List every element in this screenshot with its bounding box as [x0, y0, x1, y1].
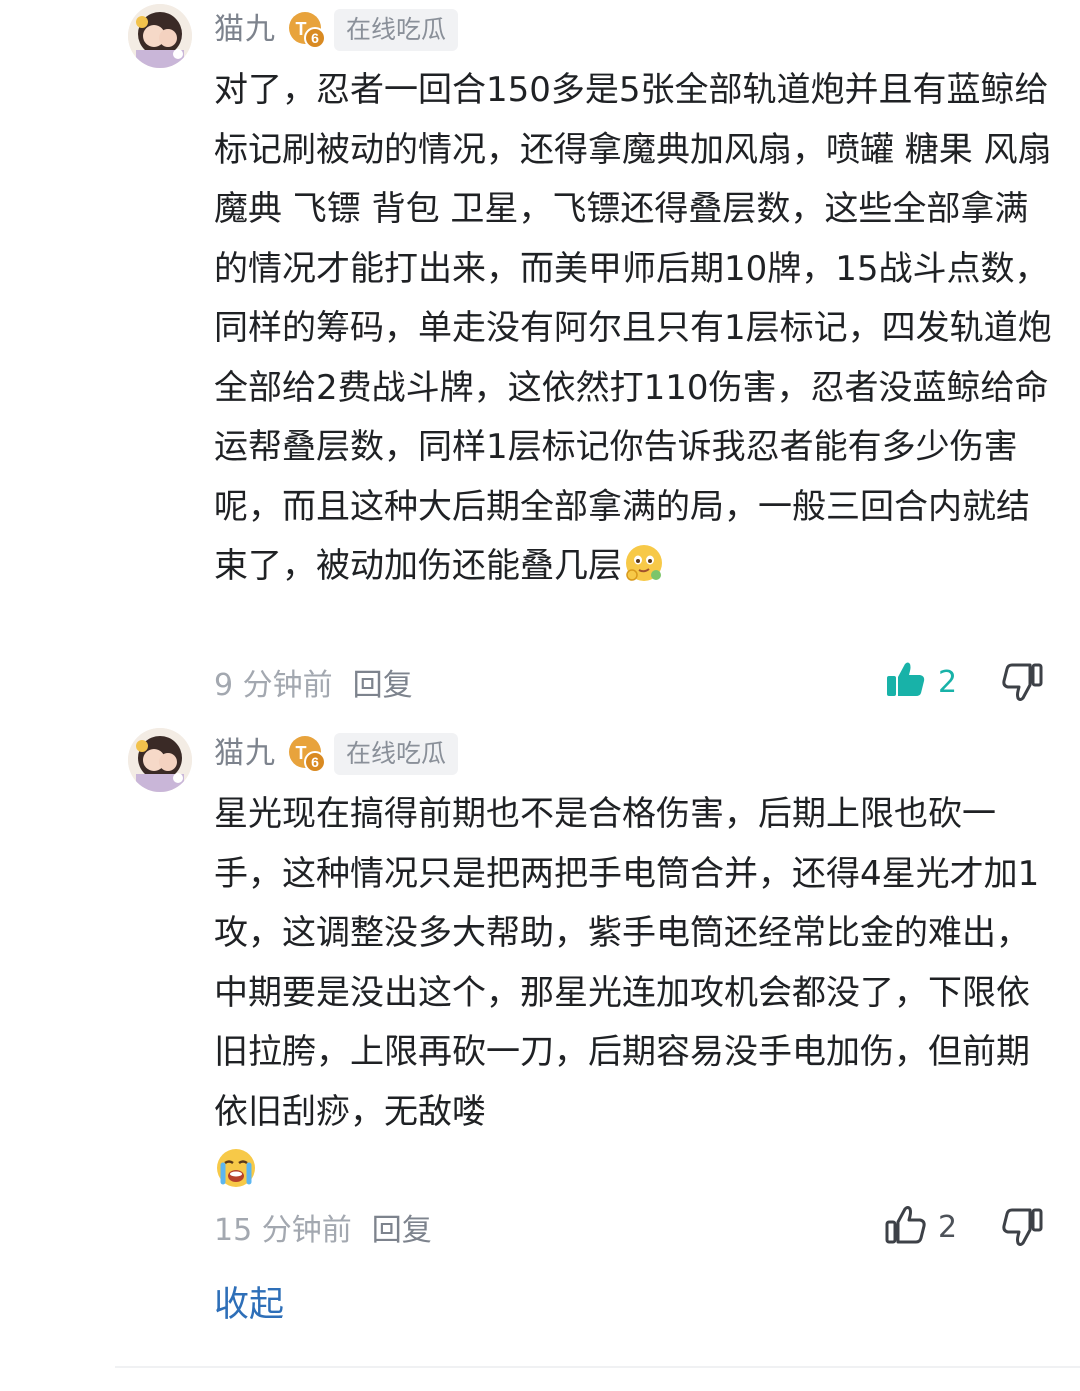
divider [115, 1366, 1080, 1368]
like-count: 2 [938, 1209, 958, 1245]
svg-text:6: 6 [311, 30, 319, 46]
comment-header: 猫九 T 6 在线吃瓜 [214, 732, 459, 776]
user-tag: 在线吃瓜 [334, 9, 459, 51]
comment-header: 猫九 T 6 在线吃瓜 [214, 8, 459, 52]
level-badge-icon: T 6 [288, 735, 326, 773]
thinking-face-emoji [622, 541, 666, 585]
like-count: 2 [938, 664, 958, 700]
svg-text:6: 6 [311, 754, 319, 770]
avatar[interactable] [128, 4, 192, 68]
level-badge-icon: T 6 [288, 11, 326, 49]
comment-time: 15 分钟前 [214, 1213, 352, 1248]
comment-text: 星光现在搞得前期也不是合格伤害，后期上限也砍一手，这种情况只是把两把手电筒合并，… [214, 785, 1054, 1202]
username[interactable]: 猫九 [214, 8, 276, 52]
thumbs-up-icon [884, 1203, 928, 1251]
comment-meta: 15 分钟前 回复 [214, 1205, 432, 1249]
crying-face-emoji [214, 1146, 258, 1190]
avatar[interactable] [128, 728, 192, 792]
like-button[interactable]: 2 [884, 1205, 957, 1249]
thumbs-down-icon[interactable] [1000, 1205, 1044, 1249]
comment-text-content: 星光现在搞得前期也不是合格伤害，后期上限也砍一手，这种情况只是把两把手电筒合并，… [214, 794, 1040, 1132]
comment-text-content: 对了，忍者一回合150多是5张全部轨道炮并且有蓝鲸给标记刷被动的情况，还得拿魔典… [214, 70, 1052, 586]
comment-meta: 9 分钟前 回复 [214, 660, 413, 704]
comment-text: 对了，忍者一回合150多是5张全部轨道炮并且有蓝鲸给标记刷被动的情况，还得拿魔典… [214, 61, 1054, 597]
like-button[interactable]: 2 [884, 660, 957, 704]
collapse-button[interactable]: 收起 [214, 1283, 284, 1327]
user-tag: 在线吃瓜 [334, 733, 459, 775]
thumbs-up-filled-icon [884, 658, 928, 706]
reply-button[interactable]: 回复 [372, 1205, 432, 1249]
comment-thread: 猫九 T 6 在线吃瓜 对了，忍者一回合150多是5张全部轨道炮并且有蓝鲸给标记… [0, 0, 1080, 1391]
reply-button[interactable]: 回复 [353, 660, 413, 704]
thumbs-down-icon[interactable] [1000, 660, 1044, 704]
comment-time: 9 分钟前 [214, 668, 333, 703]
username[interactable]: 猫九 [214, 732, 276, 776]
